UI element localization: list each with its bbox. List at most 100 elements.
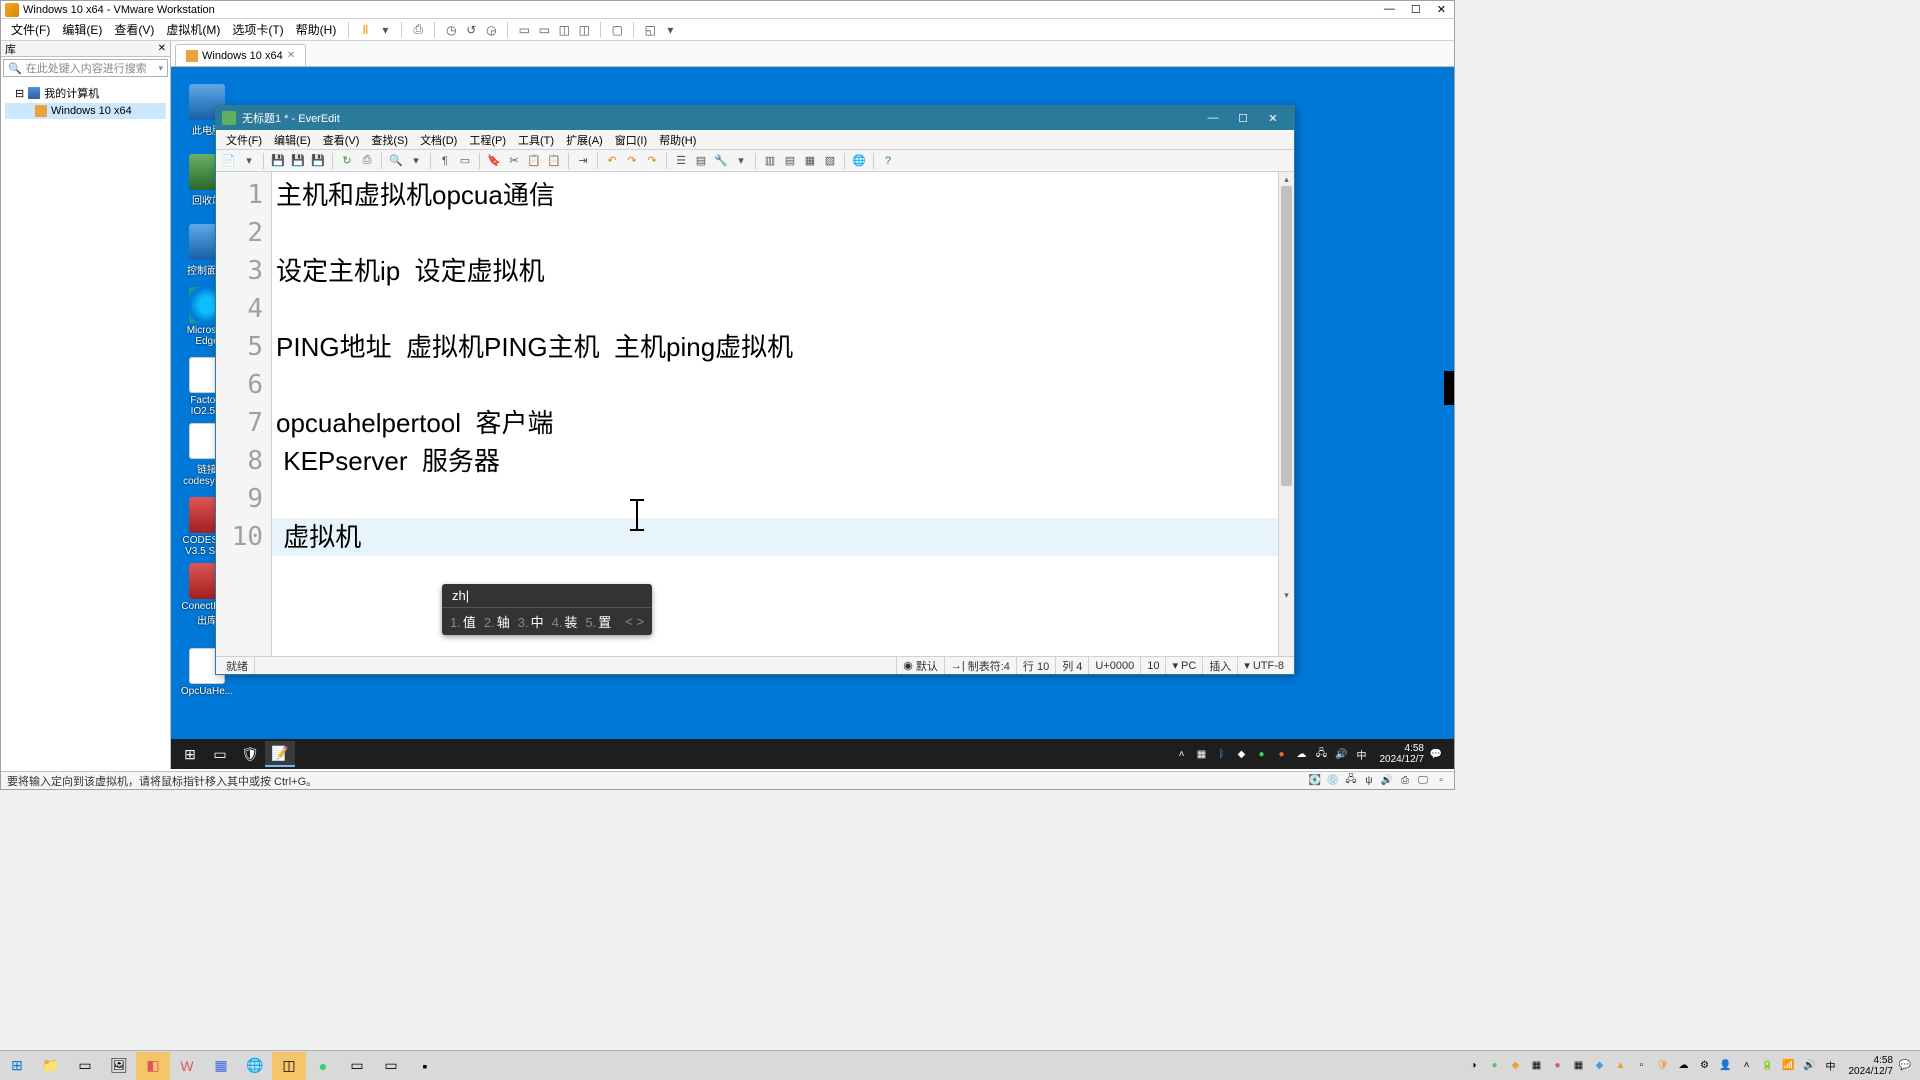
host-start-button[interactable]: ⊞	[0, 1052, 34, 1080]
host-vmware-taskbar-icon[interactable]: ◫	[272, 1052, 306, 1080]
guest-tab[interactable]: Windows 10 x64 ✕	[175, 44, 306, 66]
onedrive-icon[interactable]: ☁	[1294, 746, 1310, 762]
status-os[interactable]: ▾PC	[1166, 657, 1203, 674]
ime-candidate[interactable]: 5.置	[585, 612, 611, 631]
ee-menu-find[interactable]: 查找(S)	[365, 132, 414, 148]
menu-help[interactable]: 帮助(H)	[290, 21, 343, 38]
ee-menu-file[interactable]: 文件(F)	[220, 132, 268, 148]
ime-candidate[interactable]: 4.装	[552, 612, 578, 631]
editor-line[interactable]: opcuahelpertool 客户端	[272, 404, 1278, 442]
action-center-icon[interactable]: 💬	[1896, 1057, 1914, 1075]
host-app-icon-6[interactable]: ▭	[374, 1052, 408, 1080]
fullscreen-icon[interactable]: ▢	[607, 20, 627, 40]
editor-line[interactable]	[272, 214, 1278, 252]
ime-candidate-popup[interactable]: zh| 1.值2.轴3.中4.装5.置< >	[442, 584, 652, 635]
panel-icon-4[interactable]: ▧	[821, 152, 839, 170]
volume-icon[interactable]: 🔊	[1801, 1057, 1819, 1075]
ime-candidate[interactable]: 2.轴	[484, 612, 510, 631]
maximize-button[interactable]: ☐	[1407, 3, 1425, 16]
ee-menu-tools[interactable]: 工具(T)	[512, 132, 560, 148]
tray-icon[interactable]: ▲	[1612, 1057, 1630, 1075]
device-sound-icon[interactable]: 🔊	[1380, 774, 1394, 788]
bookmark-icon[interactable]: 🔖	[485, 152, 503, 170]
device-more-icon[interactable]: ▫	[1434, 774, 1448, 788]
host-chrome-icon[interactable]: 🌐	[238, 1052, 272, 1080]
device-net-icon[interactable]: 🖧	[1344, 774, 1358, 788]
host-clock[interactable]: 4:58 2024/12/7	[1849, 1055, 1894, 1077]
tray-app-icon-2[interactable]: ◆	[1234, 746, 1250, 762]
editor-content[interactable]: 主机和虚拟机opcua通信设定主机ip 设定虚拟机PING地址 虚拟机PING主…	[272, 172, 1278, 656]
browser-icon[interactable]: 🌐	[850, 152, 868, 170]
tray-icon[interactable]: ◆	[1591, 1057, 1609, 1075]
filter-icon[interactable]: ▤	[692, 152, 710, 170]
redo-2-icon[interactable]: ↷	[643, 152, 661, 170]
device-cd-icon[interactable]: 💿	[1326, 774, 1340, 788]
tray-icon[interactable]: ☁	[1675, 1057, 1693, 1075]
host-explorer-icon[interactable]: 📁	[34, 1052, 68, 1080]
tray-icon[interactable]: ⚙	[1696, 1057, 1714, 1075]
status-line[interactable]: 行 10	[1017, 657, 1056, 674]
editor-line[interactable]	[272, 366, 1278, 404]
layout-icon-1[interactable]: ▭	[514, 20, 534, 40]
tray-app-icon[interactable]: ▦	[1194, 746, 1210, 762]
editor-line[interactable]: PING地址 虚拟机PING主机 主机ping虚拟机	[272, 328, 1278, 366]
save-as-icon[interactable]: 💾	[309, 152, 327, 170]
ee-menu-window[interactable]: 窗口(I)	[609, 132, 653, 148]
indent-icon[interactable]: ⇥	[574, 152, 592, 170]
ee-menu-help[interactable]: 帮助(H)	[653, 132, 702, 148]
battery-icon[interactable]: 🔋	[1759, 1057, 1777, 1075]
undo-icon[interactable]: ↶	[603, 152, 621, 170]
status-tab[interactable]: →|制表符:4	[945, 657, 1017, 674]
wrap-icon[interactable]: ¶	[436, 152, 454, 170]
dropdown-icon[interactable]: ▾	[158, 63, 163, 74]
editor-line[interactable]: 设定主机ip 设定虚拟机	[272, 252, 1278, 290]
wifi-icon[interactable]: 📶	[1780, 1057, 1798, 1075]
panel-icon-1[interactable]: ▥	[761, 152, 779, 170]
host-app-icon-3[interactable]: ▦	[204, 1052, 238, 1080]
ime-candidate[interactable]: 3.中	[518, 612, 544, 631]
library-search-input[interactable]: 🔍 在此处键入内容进行搜索 ▾	[3, 59, 168, 77]
tray-icon[interactable]: ▫	[1633, 1057, 1651, 1075]
ime-candidate[interactable]: 1.值	[450, 612, 476, 631]
ee-menu-project[interactable]: 工程(P)	[463, 132, 512, 148]
scrollbar-thumb[interactable]	[1281, 186, 1292, 486]
ee-menu-extend[interactable]: 扩展(A)	[560, 132, 609, 148]
redo-icon[interactable]: ↷	[623, 152, 641, 170]
host-app-icon-4[interactable]: ●	[306, 1052, 340, 1080]
unity-icon[interactable]: ◱	[640, 20, 660, 40]
tray-icon[interactable]: 🛡	[1654, 1057, 1672, 1075]
tray-icon[interactable]: ◑	[1465, 1057, 1483, 1075]
scroll-up-icon[interactable]: ▴	[1279, 172, 1294, 186]
device-usb-icon[interactable]: ψ	[1362, 774, 1376, 788]
security-icon[interactable]: 🛡	[235, 741, 265, 767]
status-encoding[interactable]: ▾UTF-8	[1238, 657, 1290, 674]
network-icon[interactable]: 🖧	[1314, 746, 1330, 762]
close-button[interactable]: ✕	[1258, 108, 1288, 128]
host-terminal-icon[interactable]: ▪	[408, 1052, 442, 1080]
tray-icon[interactable]: ▦	[1570, 1057, 1588, 1075]
find-icon[interactable]: 🔍	[387, 152, 405, 170]
library-close-icon[interactable]: ✕	[158, 43, 166, 54]
tool-icon[interactable]: 🔧	[712, 152, 730, 170]
tray-up-icon[interactable]: ˄	[1174, 746, 1190, 762]
taskview-icon[interactable]: ▭	[205, 741, 235, 767]
status-mode[interactable]: ◉默认	[897, 657, 945, 674]
menu-edit[interactable]: 编辑(E)	[56, 21, 108, 38]
ime-page-nav[interactable]: < >	[625, 614, 644, 629]
snapshot-icon[interactable]: ◷	[441, 20, 461, 40]
host-app-icon-5[interactable]: ▭	[340, 1052, 374, 1080]
editor-line[interactable]: KEPserver 服务器	[272, 442, 1278, 480]
new-file-icon[interactable]: 📄	[220, 152, 238, 170]
pause-icon[interactable]: ‖	[355, 20, 375, 40]
help-icon[interactable]: ?	[879, 152, 897, 170]
close-button[interactable]: ✕	[1433, 3, 1450, 16]
volume-icon[interactable]: 🔊	[1334, 746, 1350, 762]
editor-line[interactable]: 虚拟机	[272, 518, 1278, 556]
copy-icon[interactable]: 📋	[525, 152, 543, 170]
bluetooth-icon[interactable]: ᛒ	[1214, 746, 1230, 762]
tray-icon[interactable]: ◆	[1507, 1057, 1525, 1075]
dropdown-icon[interactable]: ▾	[732, 152, 750, 170]
scroll-down-icon[interactable]: ▾	[1279, 588, 1294, 602]
close-icon[interactable]: ✕	[287, 50, 295, 61]
save-all-icon[interactable]: 💾	[289, 152, 307, 170]
